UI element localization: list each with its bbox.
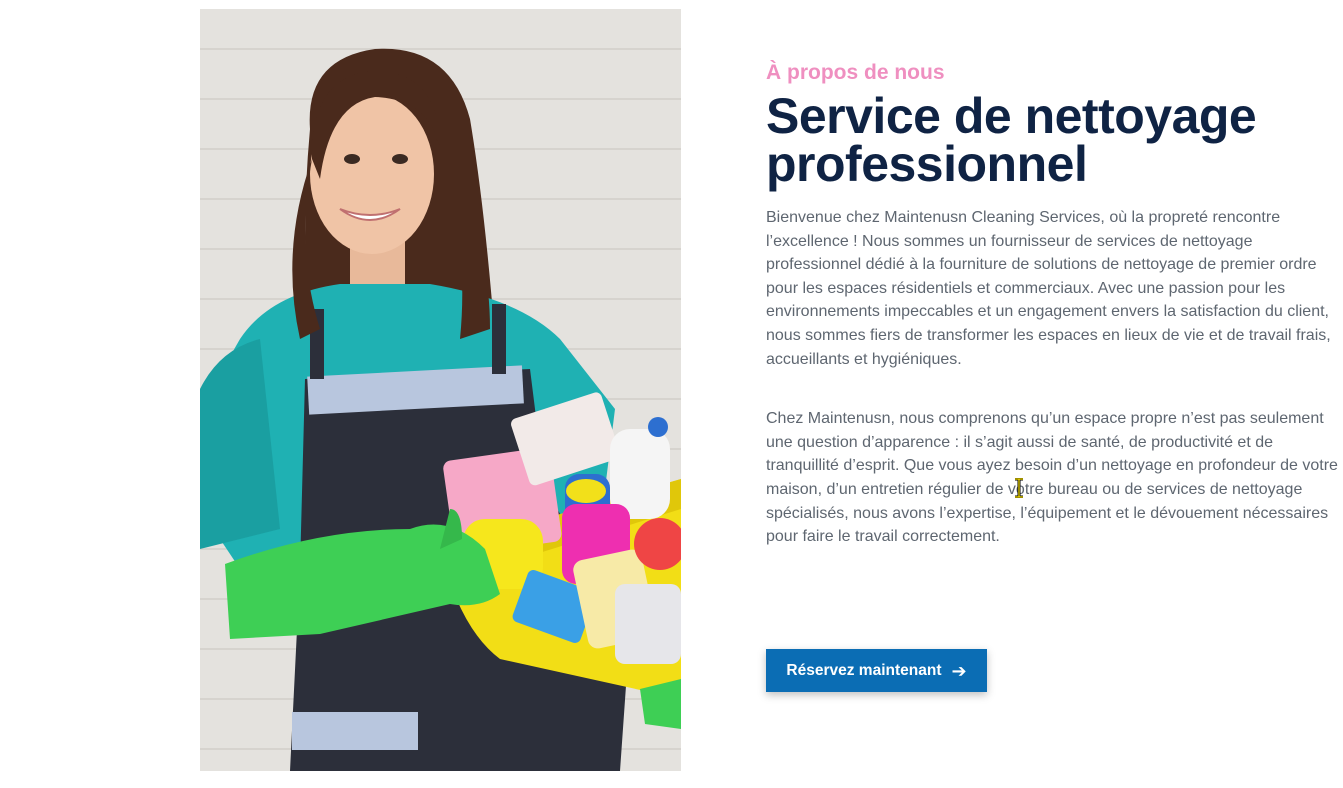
- section-eyebrow: À propos de nous: [766, 61, 945, 84]
- intro-paragraph: Bienvenue chez Maintenusn Cleaning Servi…: [766, 209, 1331, 368]
- book-now-button[interactable]: Réservez maintenant ➔: [766, 649, 987, 692]
- details-paragraph: Chez Maintenusn, nous comprenons qu’un e…: [766, 410, 1338, 546]
- title-line-2: professionnel: [766, 136, 1088, 192]
- page-title: Service de nettoyage professionnel: [766, 88, 1338, 192]
- about-section: À propos de nous Service de nettoyage pr…: [766, 58, 1338, 549]
- cleaning-lady-photo: [200, 9, 681, 771]
- book-now-label: Réservez maintenant: [786, 661, 942, 679]
- title-line-1: Service de nettoyage: [766, 88, 1257, 144]
- arrow-right-icon: ➔: [951, 660, 967, 681]
